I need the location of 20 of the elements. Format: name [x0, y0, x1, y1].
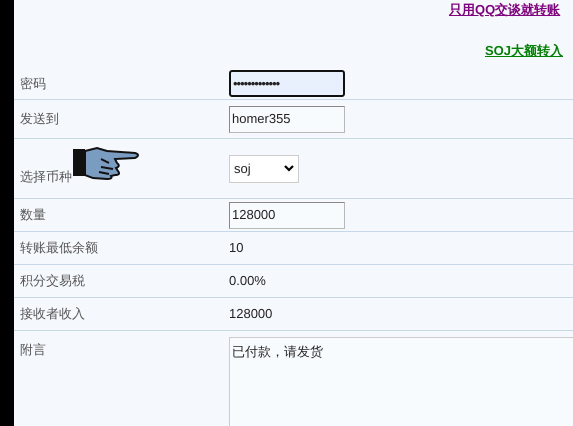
field-label: 选择币种 [20, 168, 72, 186]
field-value: 10 [229, 239, 244, 258]
field-label: 数量 [20, 206, 46, 224]
field-label: 转账最低余额 [20, 239, 98, 258]
field-label: 密码 [20, 74, 46, 93]
link[interactable]: 只用QQ交谈就转账 [449, 0, 560, 20]
chevron-down-icon [284, 165, 294, 172]
field-label: 积分交易税 [20, 272, 85, 290]
currency-dropdown[interactable]: soj [229, 154, 299, 182]
field-label: 发送到 [20, 110, 59, 128]
input-field[interactable]: 128000 [229, 202, 345, 228]
field-value: 0.00% [229, 272, 266, 290]
link[interactable]: SOJ大额转入 [485, 41, 564, 60]
input-field[interactable]: homer355 [229, 106, 345, 132]
field-label: 接收者收入 [20, 305, 85, 324]
message-textarea[interactable]: 已付款，请发货 [229, 337, 573, 426]
field-label: 附言 [20, 341, 46, 359]
dropdown-value: soj [234, 160, 251, 178]
field-value: 128000 [229, 305, 272, 324]
password-field[interactable]: ••••••••••••• [229, 70, 345, 97]
